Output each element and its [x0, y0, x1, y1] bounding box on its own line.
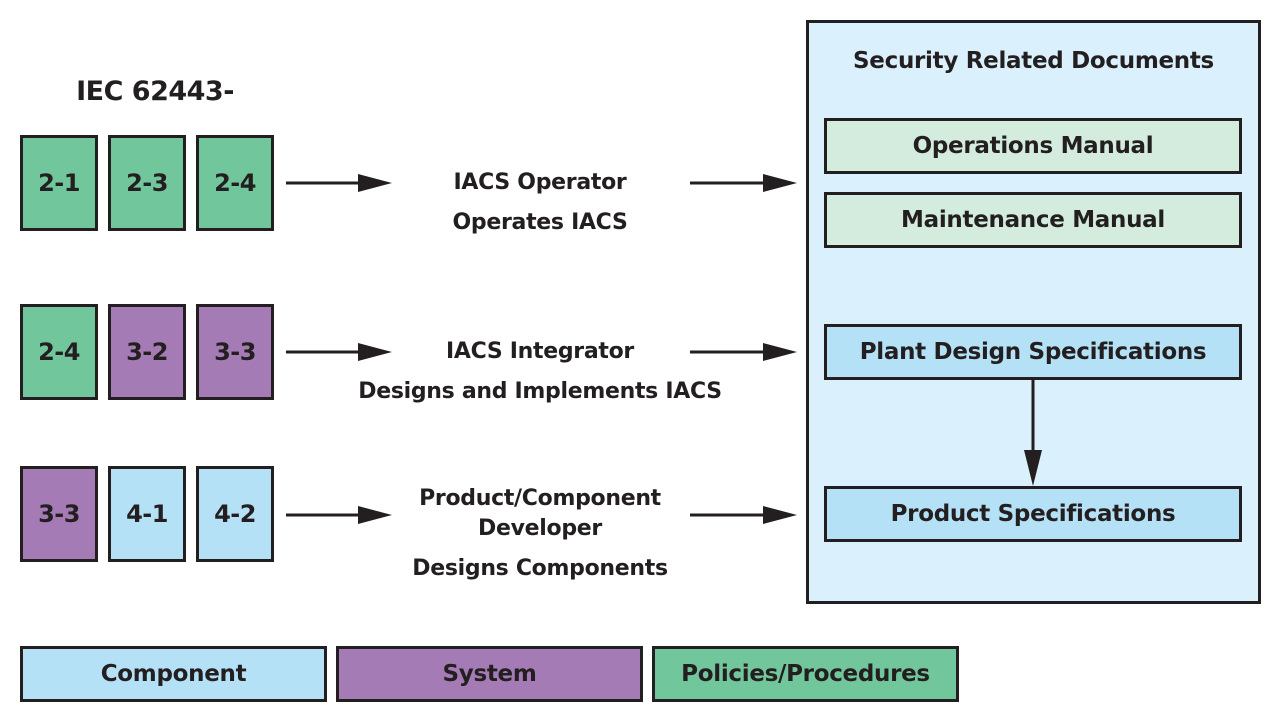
arrow-row-2-right: [690, 343, 797, 361]
arrow-row-1-left: [286, 174, 392, 192]
arrow-row-2-left: [286, 343, 392, 361]
arrow-row-1-right: [690, 174, 797, 192]
legend-system: System: [336, 646, 643, 702]
legend-policies-procedures: Policies/Procedures: [652, 646, 959, 702]
legend-component: Component: [20, 646, 327, 702]
arrow-plant-to-product: [1024, 380, 1042, 486]
arrow-row-3-left: [286, 506, 392, 524]
flow-arrows: [286, 174, 1042, 524]
arrow-row-3-right: [690, 506, 797, 524]
